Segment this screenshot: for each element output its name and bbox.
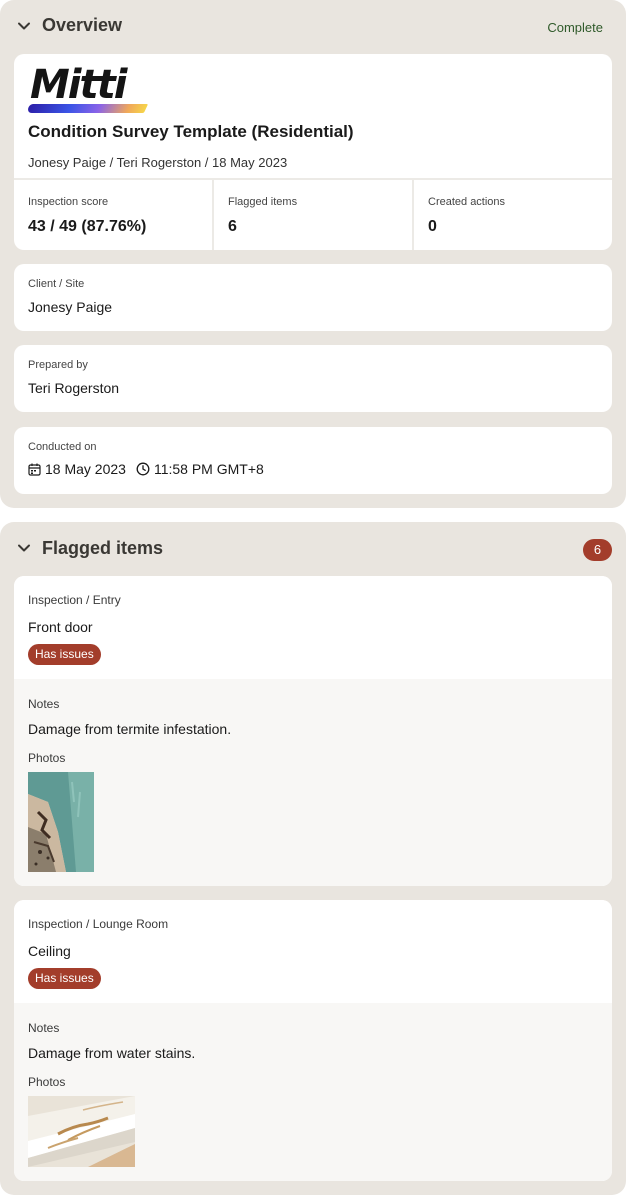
overview-header[interactable]: Overview Complete <box>0 0 626 54</box>
item-path: Inspection / Lounge Room <box>28 917 169 931</box>
stat-value: 0 <box>428 218 437 235</box>
clock-icon <box>136 462 150 476</box>
item-path: Inspection / Entry <box>28 593 121 607</box>
photos-label: Photos <box>28 1075 66 1089</box>
notes-label: Notes <box>28 1021 60 1035</box>
document-title: Condition Survey Template (Residential) <box>28 122 354 141</box>
stat-label: Created actions <box>428 196 506 208</box>
flagged-item-card[interactable]: Inspection / Lounge Room Ceiling Has iss… <box>14 900 612 1181</box>
flagged-count-badge: 6 <box>583 539 612 561</box>
item-summary: Inspection / Entry Front door Has issues <box>14 576 612 679</box>
has-issues-badge: Has issues <box>28 968 101 989</box>
item-name: Front door <box>28 619 93 635</box>
water-stain-photo[interactable] <box>28 1096 135 1167</box>
item-summary: Inspection / Lounge Room Ceiling Has iss… <box>14 900 612 1003</box>
overview-title: Overview <box>42 15 123 35</box>
prepared-by-card: Prepared by Teri Rogerston <box>14 345 612 412</box>
stat-flagged-items[interactable]: Flagged items 6 <box>214 180 414 250</box>
item-name: Ceiling <box>28 943 71 959</box>
flagged-item-card[interactable]: Inspection / Entry Front door Has issues… <box>14 576 612 886</box>
flagged-items-header[interactable]: Flagged items 6 <box>0 522 626 576</box>
stat-label: Inspection score <box>28 196 109 208</box>
field-value: Teri Rogerston <box>28 380 120 396</box>
report-header-card: Mitti Condition Survey Template (Residen… <box>14 54 612 250</box>
calendar-icon <box>28 463 41 476</box>
document-subtitle: Jonesy Paige / Teri Rogerston / 18 May 2… <box>28 155 288 170</box>
stats-row: Inspection score 43 / 49 (87.76%) Flagge… <box>14 178 612 250</box>
status-label: Complete <box>547 20 603 35</box>
stat-label: Flagged items <box>228 196 298 208</box>
conducted-date: 18 May 2023 <box>45 461 126 477</box>
field-label: Prepared by <box>28 359 88 371</box>
date-time-row: 18 May 2023 11:58 PM GMT+8 <box>28 461 264 477</box>
company-logo: Mitti <box>25 62 150 114</box>
chevron-down-icon[interactable] <box>15 539 33 557</box>
item-notes-section: Notes Damage from termite infestation. P… <box>14 679 612 886</box>
stat-inspection-score: Inspection score 43 / 49 (87.76%) <box>14 180 214 250</box>
item-notes-section: Notes Damage from water stains. Photos <box>14 1003 612 1181</box>
has-issues-badge: Has issues <box>28 644 101 665</box>
notes-label: Notes <box>28 697 60 711</box>
client-site-card: Client / Site Jonesy Paige <box>14 264 612 331</box>
stat-value: 43 / 49 (87.76%) <box>28 218 147 235</box>
termite-damage-photo[interactable] <box>28 772 94 872</box>
logo-text: Mitti <box>30 62 127 108</box>
notes-text: Damage from termite infestation. <box>28 721 232 737</box>
stat-value: 6 <box>228 218 237 235</box>
overview-section: Overview Complete Mitti Condition Survey… <box>0 0 626 508</box>
stat-created-actions[interactable]: Created actions 0 <box>414 180 612 250</box>
field-label: Client / Site <box>28 278 85 290</box>
field-value: Jonesy Paige <box>28 299 113 315</box>
chevron-down-icon[interactable] <box>15 17 33 35</box>
photos-label: Photos <box>28 751 66 765</box>
field-label: Conducted on <box>28 441 97 453</box>
flagged-items-title: Flagged items <box>42 538 164 558</box>
conducted-time: 11:58 PM GMT+8 <box>153 461 264 477</box>
conducted-on-card: Conducted on 18 May 2023 11:58 PM GMT+8 <box>14 427 612 494</box>
notes-text: Damage from water stains. <box>28 1045 196 1061</box>
